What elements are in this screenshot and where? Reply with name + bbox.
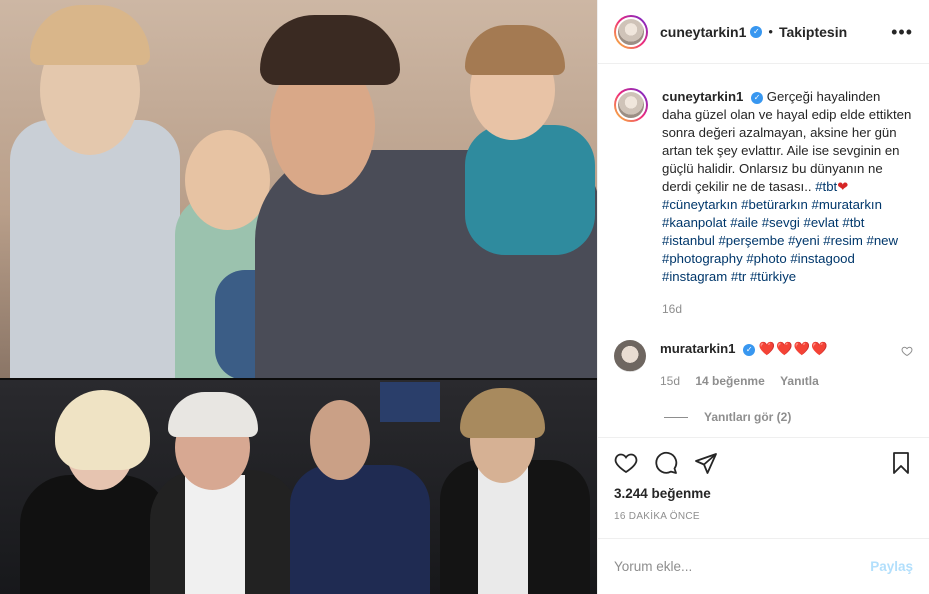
family-photo-bottom <box>0 380 597 594</box>
comment-age[interactable]: 15d <box>660 374 680 388</box>
reply-button[interactable]: Yanıtla <box>780 374 819 388</box>
commenter-avatar[interactable] <box>614 340 646 372</box>
author-avatar[interactable] <box>614 14 648 49</box>
view-replies-label[interactable]: Yanıtları gör (2) <box>704 410 791 424</box>
view-replies-button[interactable]: Yanıtları gör (2) <box>664 410 913 424</box>
commenter-username[interactable]: muratarkin1 <box>660 341 736 356</box>
hashtag-tbt[interactable]: #tbt <box>815 179 837 194</box>
like-count[interactable]: 3.244 beğenme <box>614 486 913 501</box>
comment-text: ❤️❤️❤️❤️ <box>758 341 829 356</box>
post-timestamp[interactable]: 16 DAKİKA ÖNCE <box>614 511 913 522</box>
verified-badge-icon: ✓ <box>751 92 764 104</box>
separator-dot: • <box>768 24 773 39</box>
post-caption: cuneytarkin1 ✓ Gerçeği hayalinden daha g… <box>614 88 913 318</box>
like-heart-icon[interactable] <box>614 451 638 475</box>
hashtags[interactable]: #cüneytarkın #betürarkın #muratarkın #ka… <box>662 197 898 284</box>
author-username[interactable]: cuneytarkin1 <box>660 24 746 40</box>
post-actions: 3.244 beğenme 16 DAKİKA ÖNCE <box>598 437 929 522</box>
more-options-icon[interactable]: ••• <box>891 23 913 41</box>
replies-line <box>664 416 688 418</box>
comments-section: cuneytarkin1 ✓ Gerçeği hayalinden daha g… <box>598 64 929 437</box>
comment-bubble-icon[interactable] <box>654 451 678 475</box>
instagram-post: cuneytarkin1 ✓ • Takiptesin ••• cuneytar… <box>0 0 929 594</box>
family-photo-top <box>0 0 597 380</box>
add-comment-bar: Paylaş <box>598 538 929 594</box>
heart-emoji-icon: ❤ <box>837 179 849 194</box>
caption-text: Gerçeği hayalinden daha güzel olan ve ha… <box>662 89 912 194</box>
comment-input[interactable] <box>614 559 871 574</box>
post-image[interactable] <box>0 0 597 594</box>
following-button[interactable]: Takiptesin <box>779 24 847 40</box>
post-sidebar: cuneytarkin1 ✓ • Takiptesin ••• cuneytar… <box>597 0 929 594</box>
bookmark-icon[interactable] <box>889 451 913 475</box>
comment-item: muratarkin1 ✓ ❤️❤️❤️❤️ 15d 14 beğenme Ya… <box>614 340 913 388</box>
comment-like-icon[interactable] <box>901 340 913 362</box>
caption-age[interactable]: 16d <box>662 300 913 318</box>
comment-likes[interactable]: 14 beğenme <box>695 374 764 388</box>
verified-badge-icon: ✓ <box>750 25 763 38</box>
verified-badge-icon: ✓ <box>743 344 756 356</box>
post-header: cuneytarkin1 ✓ • Takiptesin ••• <box>598 0 929 64</box>
share-send-icon[interactable] <box>694 451 718 475</box>
post-comment-button[interactable]: Paylaş <box>870 559 913 574</box>
caption-username[interactable]: cuneytarkin1 <box>662 89 743 104</box>
caption-avatar[interactable] <box>614 88 648 122</box>
